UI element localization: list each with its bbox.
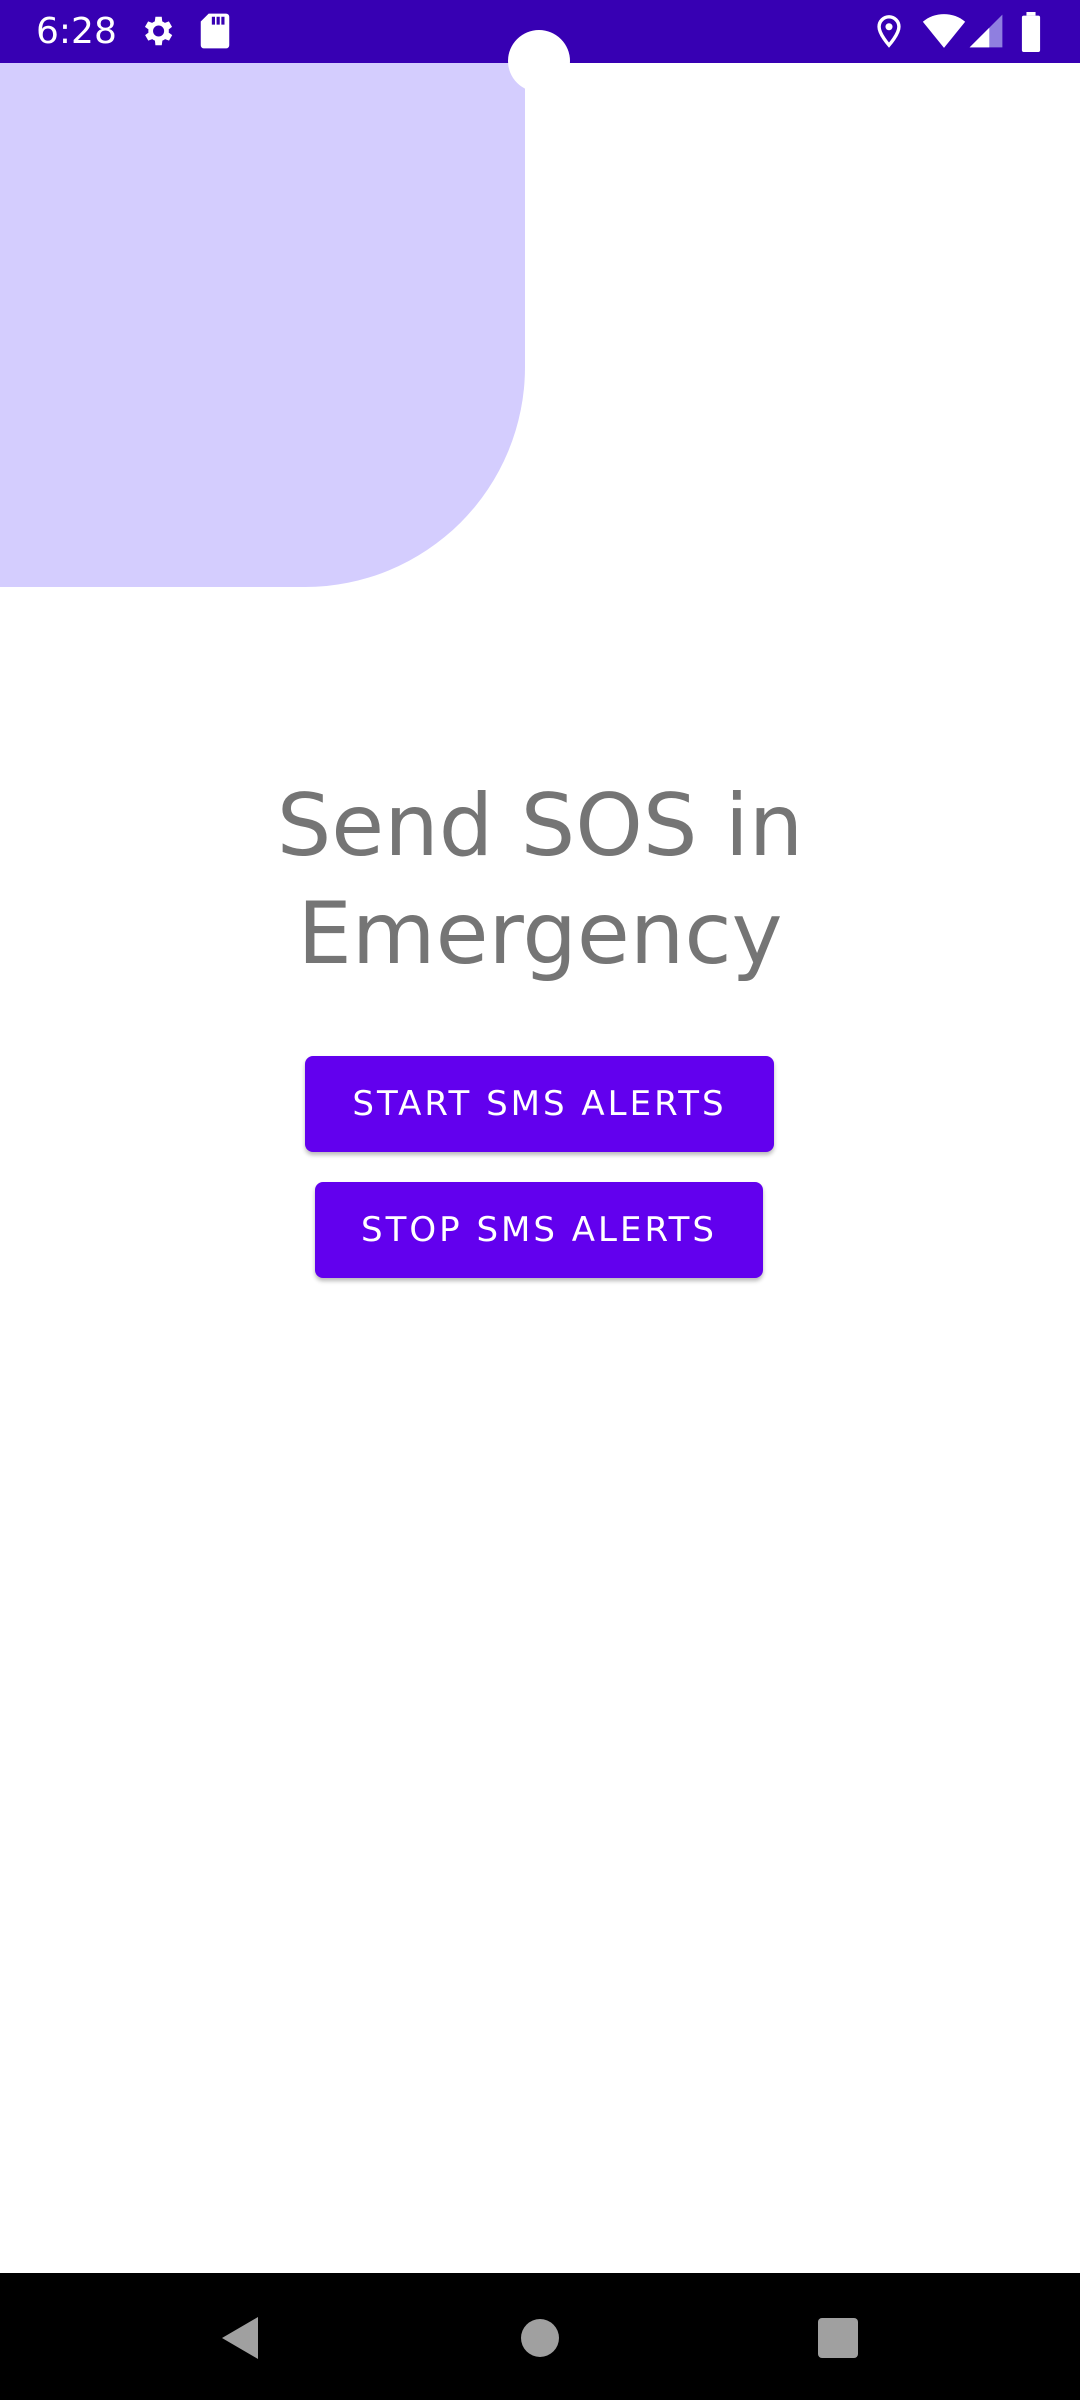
back-icon[interactable]: [205, 2303, 275, 2373]
gear-icon: [138, 12, 176, 55]
battery-icon: [1020, 12, 1042, 57]
start-sms-alerts-button[interactable]: START SMS ALERTS: [305, 1056, 774, 1152]
status-time: 6:28: [36, 11, 117, 52]
wifi-icon: [922, 12, 966, 55]
camera-cutout: [508, 30, 570, 92]
sd-card-icon: [198, 12, 232, 55]
home-icon[interactable]: [505, 2303, 575, 2373]
navigation-bar: [0, 2273, 1080, 2400]
decorative-shape: [0, 63, 525, 587]
location-icon: [872, 12, 906, 55]
signal-icon: [968, 12, 1004, 55]
stop-sms-alerts-button[interactable]: STOP SMS ALERTS: [315, 1182, 763, 1278]
page-title: Send SOS in Emergency: [276, 776, 804, 984]
recents-icon[interactable]: [803, 2303, 873, 2373]
